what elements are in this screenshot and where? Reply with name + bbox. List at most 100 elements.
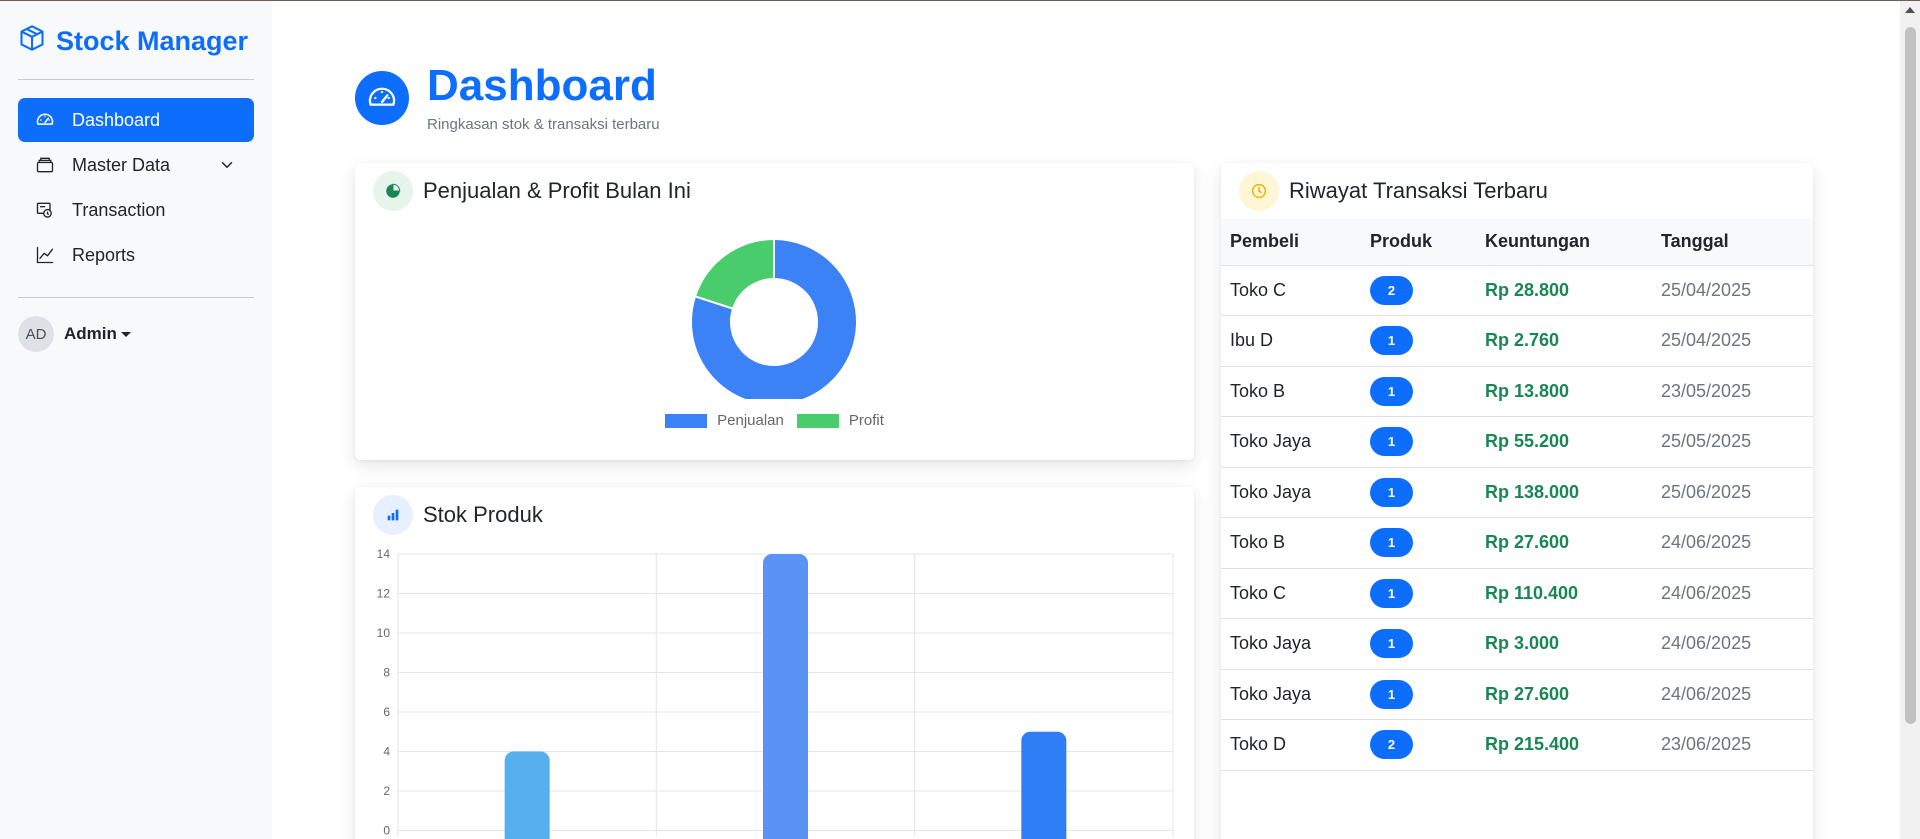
buyer-cell: Ibu D [1221,315,1361,367]
sidebar-item-label: Master Data [72,154,171,175]
table-row[interactable]: Toko Jaya 1 Rp 55.200 25/05/2025 [1221,416,1813,468]
table-header-row: Pembeli Produk Keuntungan Tanggal [1221,219,1813,266]
vertical-scrollbar[interactable] [1900,1,1920,839]
buyer-cell: Toko Jaya [1221,416,1361,468]
bar[interactable] [1021,731,1067,839]
speedometer-icon [355,70,409,125]
table-row[interactable]: Toko D 2 Rp 215.400 23/06/2025 [1221,719,1813,771]
card-header: Riwayat Transaksi Terbaru [1221,163,1813,219]
pie-slice-profit[interactable] [693,237,775,310]
table-row[interactable]: Toko C 2 Rp 28.800 25/04/2025 [1221,265,1813,316]
doughnut-chart [690,237,858,406]
y-tick-label: 2 [383,784,390,798]
y-tick-label: 4 [383,745,390,759]
product-count-cell: 1 [1361,568,1476,619]
card-header: Penjualan & Profit Bulan Ini [355,163,1194,219]
sidebar-item-master-data[interactable]: Master Data [18,143,254,187]
brand[interactable]: Stock Manager [18,23,254,59]
card-title: Stok Produk [423,502,543,527]
box-icon [18,24,46,59]
y-tick-label: 14 [377,547,391,561]
bar[interactable] [504,751,550,839]
column-header-date[interactable]: Tanggal [1652,219,1813,266]
product-count-badge: 1 [1370,679,1413,709]
date-cell: 24/06/2025 [1652,568,1813,619]
table-row[interactable]: Ibu D 1 Rp 2.760 25/04/2025 [1221,315,1813,367]
card-title: Penjualan & Profit Bulan Ini [423,178,691,203]
product-count-cell: 2 [1361,265,1476,316]
table-row[interactable]: Toko Jaya 1 Rp 27.600 24/06/2025 [1221,669,1813,720]
product-count-cell: 1 [1361,467,1476,518]
y-tick-label: 8 [383,666,390,680]
product-count-cell: 1 [1361,517,1476,569]
speedometer-icon [34,109,56,131]
chevron-down-icon[interactable] [218,156,236,174]
profit-cell: Rp 2.760 [1476,315,1652,367]
product-count-cell: 1 [1361,366,1476,417]
avatar: AD [18,316,54,352]
buyer-cell: Toko Jaya [1221,467,1361,518]
user-menu[interactable]: AD Admin [18,316,254,352]
buyer-cell: Toko Jaya [1221,669,1361,720]
profit-cell: Rp 13.800 [1476,366,1652,417]
scrollbar-thumb[interactable] [1905,27,1916,724]
window-top-border [0,0,1920,1]
chart-legend: Penjualan Profit [355,412,1194,429]
table-row[interactable]: Toko Jaya 1 Rp 138.000 25/06/2025 [1221,467,1813,518]
card-header: Stok Produk [355,487,1194,543]
column-header-buyer[interactable]: Pembeli [1221,219,1361,266]
table-row[interactable]: Toko B 1 Rp 27.600 24/06/2025 [1221,517,1813,569]
archive-icon [34,154,56,176]
bar[interactable] [763,554,808,839]
legend-swatch [665,413,708,428]
sidebar-divider [18,297,254,298]
date-cell: 23/06/2025 [1652,719,1813,771]
transactions-table: Pembeli Produk Keuntungan Tanggal Toko C… [1221,219,1813,771]
column-header-profit[interactable]: Keuntungan [1476,219,1652,266]
date-cell: 25/04/2025 [1652,265,1813,316]
sidebar: Stock Manager Dashboard Master Data Tran… [0,1,272,839]
sidebar-item-reports[interactable]: Reports [18,233,254,277]
table-row[interactable]: Toko B 1 Rp 13.800 23/05/2025 [1221,366,1813,417]
sidebar-item-dashboard[interactable]: Dashboard [18,98,254,142]
product-count-badge: 1 [1370,528,1413,558]
profit-cell: Rp 215.400 [1476,719,1652,771]
legend-item[interactable]: Penjualan [665,412,784,429]
buyer-cell: Toko C [1221,568,1361,619]
product-count-cell: 1 [1361,669,1476,720]
product-count-badge: 1 [1370,477,1413,507]
product-count-badge: 2 [1370,275,1413,305]
column-header-product[interactable]: Produk [1361,219,1476,266]
product-count-badge: 1 [1370,326,1413,356]
stock-card: Stok Produk 0 2 4 6 8 10 12 14 [355,487,1194,839]
profit-cell: Rp 138.000 [1476,467,1652,518]
sidebar-divider [18,79,254,80]
sidebar-item-label: Reports [72,244,136,265]
y-tick-label: 6 [383,705,390,719]
legend-item[interactable]: Profit [796,412,884,429]
scroll-up-arrow-icon[interactable] [1905,7,1915,13]
brand-name: Stock Manager [56,25,249,56]
profit-cell: Rp 27.600 [1476,669,1652,720]
transactions-body: Toko C 2 Rp 28.800 25/04/2025 Ibu D 1 Rp 2.760… [1221,265,1813,771]
legend-swatch [796,413,839,428]
sidebar-item-transaction[interactable]: Transaction [18,188,254,232]
bar-chart: 0 2 4 6 8 10 12 14 [377,547,1174,839]
product-count-badge: 1 [1370,578,1413,608]
card-title: Riwayat Transaksi Terbaru [1289,178,1548,203]
legend-label: Penjualan [717,412,784,429]
y-tick-label: 0 [383,824,390,838]
bar-chart-icon [373,495,413,535]
date-cell: 24/06/2025 [1652,669,1813,720]
caret-down-icon [120,332,131,338]
buyer-cell: Toko B [1221,366,1361,417]
product-count-cell: 1 [1361,618,1476,670]
cash-register-icon [34,199,56,221]
date-cell: 24/06/2025 [1652,618,1813,670]
user-name[interactable]: Admin [64,324,131,344]
date-cell: 23/05/2025 [1652,366,1813,417]
table-row[interactable]: Toko C 1 Rp 110.400 24/06/2025 [1221,568,1813,619]
table-row[interactable]: Toko Jaya 1 Rp 3.000 24/06/2025 [1221,618,1813,670]
sidebar-item-label: Dashboard [72,109,161,130]
buyer-cell: Toko B [1221,517,1361,569]
